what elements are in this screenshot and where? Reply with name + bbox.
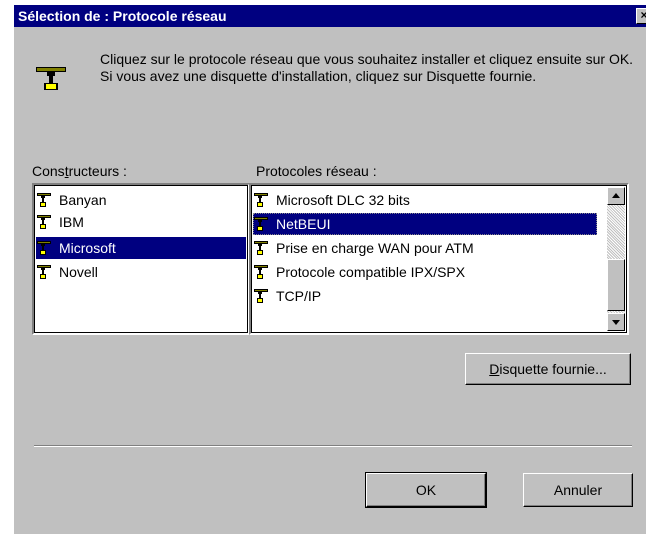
title-bar: Sélection de : Protocole réseau × bbox=[14, 5, 646, 27]
close-button[interactable]: × bbox=[636, 8, 646, 24]
have-disk-button[interactable]: Disquette fournie... bbox=[465, 353, 631, 385]
dialog-title: Sélection de : Protocole réseau bbox=[18, 8, 227, 24]
scroll-down-button[interactable] bbox=[607, 313, 625, 331]
network-protocol-icon bbox=[253, 216, 271, 232]
arrow-up-icon bbox=[612, 193, 620, 198]
network-protocol-icon bbox=[36, 264, 54, 280]
list-item-wan-atm[interactable]: Prise en charge WAN pour ATM bbox=[253, 237, 601, 259]
network-protocol-icon bbox=[253, 192, 271, 208]
list-item-microsoft[interactable]: Microsoft bbox=[36, 237, 246, 259]
list-item-ipx-spx[interactable]: Protocole compatible IPX/SPX bbox=[253, 261, 601, 283]
protocols-scrollbar[interactable] bbox=[607, 187, 625, 331]
scroll-up-button[interactable] bbox=[607, 187, 625, 205]
protocols-label: Protocoles réseau : bbox=[256, 163, 377, 179]
arrow-down-icon bbox=[612, 320, 620, 325]
list-item-banyan[interactable]: Banyan bbox=[36, 189, 246, 211]
list-item-novell[interactable]: Novell bbox=[36, 261, 246, 283]
list-item-tcpip[interactable]: TCP/IP bbox=[253, 285, 601, 307]
list-item-netbeui[interactable]: NetBEUI bbox=[253, 213, 597, 235]
network-protocol-icon bbox=[253, 288, 271, 304]
manufacturers-label: Constructeurs : bbox=[32, 163, 127, 179]
ok-button[interactable]: OK bbox=[365, 472, 487, 508]
close-icon: × bbox=[640, 8, 646, 22]
separator bbox=[34, 445, 632, 447]
network-protocol-icon bbox=[36, 214, 54, 230]
network-protocol-icon bbox=[253, 264, 271, 280]
manufacturers-listbox[interactable]: Banyan IBM Microsoft Novell bbox=[32, 183, 250, 335]
intro-text: Cliquez sur le protocole réseau que vous… bbox=[100, 51, 634, 84]
list-item-microsoft-dlc[interactable]: Microsoft DLC 32 bits bbox=[253, 189, 601, 211]
network-protocol-icon bbox=[253, 240, 271, 256]
network-protocol-icon bbox=[36, 67, 66, 90]
cancel-button[interactable]: Annuler bbox=[523, 473, 633, 507]
protocol-selection-dialog: Sélection de : Protocole réseau × Clique… bbox=[14, 5, 646, 534]
network-protocol-icon bbox=[36, 192, 54, 208]
protocols-listbox[interactable]: Microsoft DLC 32 bits NetBEUI Prise en c… bbox=[249, 183, 629, 335]
scrollbar-thumb[interactable] bbox=[607, 259, 625, 311]
list-item-ibm[interactable]: IBM bbox=[36, 211, 246, 233]
network-protocol-icon bbox=[36, 240, 54, 256]
